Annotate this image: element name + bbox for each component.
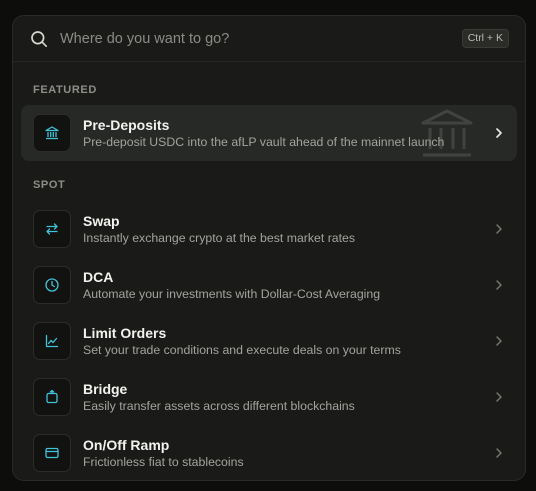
chevron-right-icon <box>493 279 505 291</box>
menu-item-swap[interactable]: Swap Instantly exchange crypto at the be… <box>21 201 517 257</box>
menu-item-pre-deposits[interactable]: Pre-Deposits Pre-deposit USDC into the a… <box>21 105 517 161</box>
card-icon <box>33 434 71 472</box>
chevron-right-icon <box>493 223 505 235</box>
section-label-spot: SPOT <box>33 179 66 191</box>
item-title: On/Off Ramp <box>83 436 170 453</box>
search-bar: Ctrl + K <box>13 16 525 62</box>
item-title: Limit Orders <box>83 324 167 341</box>
item-description: Easily transfer assets across different … <box>83 398 355 413</box>
chevron-right-icon <box>493 335 505 347</box>
item-description: Pre-deposit USDC into the afLP vault ahe… <box>83 134 445 149</box>
section-label-featured: FEATURED <box>33 84 97 96</box>
chevron-right-icon <box>493 447 505 459</box>
search-input[interactable] <box>60 30 462 47</box>
item-description: Automate your investments with Dollar-Co… <box>83 286 381 301</box>
item-description: Frictionless fiat to stablecoins <box>83 454 244 469</box>
item-description: Set your trade conditions and execute de… <box>83 342 401 357</box>
item-title: DCA <box>83 268 114 285</box>
bridge-transfer-icon <box>33 378 71 416</box>
item-title: Swap <box>83 212 120 229</box>
keyboard-shortcut-badge: Ctrl + K <box>461 29 509 48</box>
command-palette: Ctrl + K FEATURED Pre-Deposits Pre-depos… <box>12 15 526 481</box>
chart-line-icon <box>33 322 71 360</box>
item-description: Instantly exchange crypto at the best ma… <box>83 230 356 245</box>
menu-item-dca[interactable]: DCA Automate your investments with Dolla… <box>21 257 517 313</box>
menu-item-bridge[interactable]: Bridge Easily transfer assets across dif… <box>21 369 517 425</box>
item-title: Bridge <box>83 380 128 397</box>
bank-icon <box>33 114 71 152</box>
chevron-right-icon <box>493 127 505 139</box>
clock-icon <box>33 266 71 304</box>
menu-item-on-off-ramp[interactable]: On/Off Ramp Frictionless fiat to stablec… <box>21 425 517 480</box>
swap-arrows-icon <box>33 210 71 248</box>
menu-item-limit-orders[interactable]: Limit Orders Set your trade conditions a… <box>21 313 517 369</box>
chevron-right-icon <box>493 391 505 403</box>
item-title: Pre-Deposits <box>83 116 170 133</box>
spot-list: Swap Instantly exchange crypto at the be… <box>13 201 525 480</box>
search-icon <box>30 30 48 48</box>
